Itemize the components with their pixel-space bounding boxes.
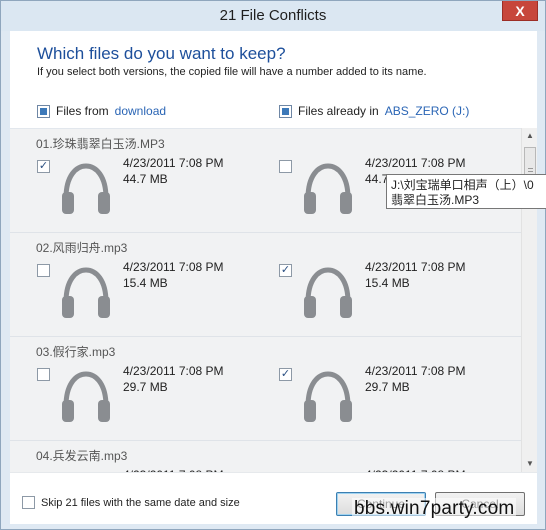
headphones-icon (58, 264, 114, 320)
left-file-details[interactable]: 4/23/2011 7:08 PM 44.7 MB (123, 155, 224, 187)
left-file-date: 4/23/2011 7:08 PM (123, 156, 224, 170)
left-file-size: 44.7 MB (123, 172, 168, 186)
window-title: 21 File Conflicts (219, 7, 327, 24)
tooltip-line-1: J:\刘宝瑞单口相声（上）\0 (391, 178, 534, 192)
left-file-checkbox[interactable] (37, 368, 50, 381)
tooltip-line-2: 翡翠白玉汤.MP3 (391, 193, 480, 207)
headphones-icon (300, 368, 356, 424)
file-conflicts-dialog: 21 File Conflicts X Which files do you w… (0, 0, 546, 530)
question-heading: Which files do you want to keep? (37, 44, 286, 63)
headphones-icon (58, 160, 114, 216)
title-bar[interactable]: 21 File Conflicts X (1, 1, 545, 31)
conflict-file-name: 02.风雨归舟.mp3 (36, 241, 128, 255)
left-file-details[interactable]: 4/23/2011 7:08 PM 15.4 MB (123, 259, 224, 291)
path-tooltip: J:\刘宝瑞单口相声（上）\0 翡翠白玉汤.MP3 (386, 174, 546, 209)
right-file-date: 4/23/2011 7:08 PM (365, 156, 466, 170)
close-button[interactable]: X (502, 1, 538, 21)
right-file-checkbox[interactable] (279, 160, 292, 173)
conflict-group: 03.假行家.mp3 4/23/2011 7:08 PM 29.7 MB ✓ 4/23/… (10, 337, 521, 441)
right-source-link[interactable]: ABS_ZERO (J:) (385, 104, 470, 118)
conflict-file-name: 04.兵发云南.mp3 (36, 449, 128, 463)
left-file-checkbox[interactable] (37, 264, 50, 277)
left-file-checkbox[interactable]: ✓ (37, 160, 50, 173)
skip-checkbox[interactable] (22, 496, 35, 509)
right-file-size: 29.7 MB (365, 380, 410, 394)
right-file-checkbox[interactable]: ✓ (279, 264, 292, 277)
scroll-up-arrow-icon[interactable]: ▲ (522, 128, 538, 144)
left-file-size: 15.4 MB (123, 276, 168, 290)
headphones-icon (300, 160, 356, 216)
left-file-date: 4/23/2011 7:08 PM (123, 364, 224, 378)
scroll-down-arrow-icon[interactable]: ▼ (522, 456, 538, 472)
headphones-icon (300, 264, 356, 320)
dialog-body: Which files do you want to keep? If you … (10, 31, 537, 524)
watermark: bbs.win7party.com (352, 498, 517, 520)
instruction-text: If you select both versions, the copied … (37, 66, 427, 78)
left-column-header: Files from download (37, 104, 166, 118)
right-column-prefix: Files already in (298, 104, 379, 118)
skip-option[interactable]: Skip 21 files with the same date and siz… (22, 496, 240, 509)
headphones-icon (58, 368, 114, 424)
conflict-file-name: 01.珍珠翡翠白玉汤.MP3 (36, 137, 165, 151)
left-file-details[interactable]: 4/23/2011 7:08 PM 29.7 MB (123, 363, 224, 395)
conflict-group: 04.兵发云南.mp34/23/2011 7:08 PM✓4/23/2011 7… (10, 441, 521, 472)
left-source-link[interactable]: download (115, 104, 166, 118)
right-file-date: 4/23/2011 7:08 PM (365, 260, 466, 274)
skip-label: Skip 21 files with the same date and siz… (41, 496, 240, 509)
right-file-details[interactable]: 4/23/2011 7:08 PM 29.7 MB (365, 363, 466, 395)
right-column-header: Files already in ABS_ZERO (J:) (279, 104, 469, 118)
right-file-checkbox[interactable]: ✓ (279, 368, 292, 381)
conflict-group: 02.风雨归舟.mp3 4/23/2011 7:08 PM 15.4 MB ✓ 4/23… (10, 233, 521, 337)
select-all-left-checkbox[interactable] (37, 104, 50, 118)
left-column-prefix: Files from (56, 104, 109, 118)
right-file-size: 15.4 MB (365, 276, 410, 290)
select-all-right-checkbox[interactable] (279, 104, 292, 118)
conflict-file-name: 03.假行家.mp3 (36, 345, 116, 359)
right-file-details[interactable]: 4/23/2011 7:08 PM 15.4 MB (365, 259, 466, 291)
left-file-size: 29.7 MB (123, 380, 168, 394)
right-file-date: 4/23/2011 7:08 PM (365, 364, 466, 378)
left-file-date: 4/23/2011 7:08 PM (123, 260, 224, 274)
